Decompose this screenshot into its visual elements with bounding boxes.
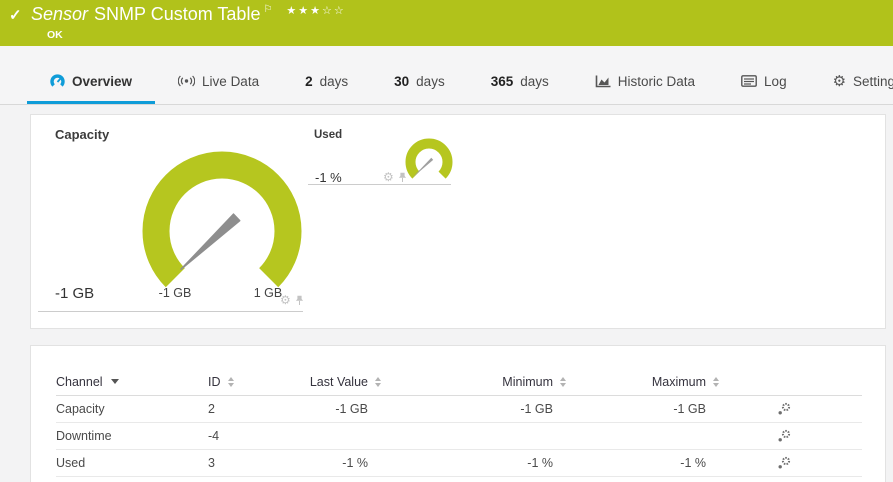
maximum-value: -1 GB (673, 402, 706, 416)
column-header-last-value[interactable]: Last Value (303, 375, 381, 389)
gauge-current-value: -1 % (315, 170, 342, 185)
priority-stars[interactable]: ★★★☆☆ (286, 5, 345, 17)
channel-settings-icon[interactable] (777, 429, 791, 443)
channel-id: 3 (208, 456, 215, 470)
pin-icon[interactable] (398, 172, 407, 183)
column-label: Channel (56, 374, 103, 389)
tab-log[interactable]: Log (718, 61, 810, 104)
widget-gear-icon[interactable]: ⚙ (280, 294, 291, 306)
table-row-used[interactable]: Used 3 -1 % -1 % -1 % (56, 450, 862, 477)
tab-label: days (416, 73, 445, 89)
tab-settings[interactable]: ⚙ Settings (810, 61, 893, 104)
title-prefix: Sensor (31, 4, 89, 24)
tab-number: 30 (394, 73, 410, 89)
gauge-title-used: Used (314, 129, 343, 141)
widget-divider (308, 184, 451, 185)
minimum-value: -1 % (527, 456, 553, 470)
last-value: -1 GB (335, 402, 368, 416)
tab-label: Historic Data (617, 73, 696, 89)
sort-icon (227, 376, 234, 387)
column-header-channel[interactable]: Channel (56, 375, 208, 389)
gauge-icon (50, 73, 65, 87)
column-header-minimum[interactable]: Minimum (381, 375, 566, 389)
sensor-name: SNMP Custom Table (94, 4, 261, 24)
minimum-value: -1 GB (520, 402, 553, 416)
flag-icon[interactable]: ⚐ (263, 4, 272, 15)
tab-number: 365 (490, 73, 514, 89)
table-row-capacity[interactable]: Capacity 2 -1 GB -1 GB -1 GB (56, 396, 862, 423)
widget-divider (38, 311, 303, 312)
live-data-icon (178, 75, 196, 87)
column-label: Maximum (651, 374, 706, 389)
tab-30-days[interactable]: 30 days (371, 61, 468, 104)
sort-descending-icon (110, 379, 119, 384)
column-header-id[interactable]: ID (208, 375, 303, 389)
capacity-gauge-chart (142, 151, 302, 288)
widget-actions: ⚙ (280, 294, 304, 306)
channel-name: Downtime (56, 429, 112, 443)
historic-chart-icon (595, 75, 611, 87)
channel-name: Capacity (56, 402, 105, 416)
gauge-needle (180, 213, 241, 270)
sort-icon (713, 376, 719, 387)
gauge-scale-min: -1 GB (158, 286, 192, 300)
tab-label: Log (764, 73, 787, 89)
status-badge: OK (47, 29, 63, 41)
channel-table: Channel ID Last Value Minimum Maximum Ca… (56, 368, 862, 477)
channel-name: Used (56, 456, 86, 470)
widget-actions: ⚙ (383, 171, 407, 183)
status-check-icon: ✓ (9, 7, 22, 24)
tab-label: days (319, 73, 349, 89)
tab-historic-data[interactable]: Historic Data (572, 61, 718, 104)
tab-overview[interactable]: Overview (27, 61, 156, 104)
channel-settings-icon[interactable] (777, 456, 791, 470)
tab-label: days (520, 73, 549, 89)
channel-id: -4 (208, 429, 220, 443)
tab-365-days[interactable]: 365 days (468, 61, 572, 104)
column-label: ID (208, 374, 221, 389)
settings-gear-icon: ⚙ (832, 72, 847, 90)
table-row-downtime[interactable]: Downtime -4 (56, 423, 862, 450)
overview-panel: Capacity -1 GB 1 GB -1 GB ⚙ Used -1 % ⚙ (30, 114, 886, 329)
log-icon (741, 75, 757, 87)
channel-table-panel: Channel ID Last Value Minimum Maximum Ca… (30, 345, 886, 482)
gauge-current-value: -1 GB (55, 285, 95, 302)
tab-2-days[interactable]: 2 days (282, 61, 371, 104)
last-value: -1 % (342, 456, 368, 470)
column-header-maximum[interactable]: Maximum (566, 375, 719, 389)
tab-label: Settings (853, 73, 893, 89)
tab-label: Overview (72, 73, 133, 89)
column-label: Last Value (309, 374, 368, 389)
column-label: Minimum (502, 374, 553, 389)
maximum-value: -1 % (680, 456, 706, 470)
tab-number: 2 (305, 73, 313, 89)
channel-id: 2 (208, 402, 215, 416)
widget-gear-icon[interactable]: ⚙ (383, 171, 394, 183)
pin-icon[interactable] (295, 295, 304, 306)
page-title: Sensor SNMP Custom Table ⚐ ★★★☆☆ (31, 4, 346, 25)
tab-label: Live Data (202, 73, 260, 89)
table-header-row: Channel ID Last Value Minimum Maximum (56, 368, 862, 396)
tab-live-data[interactable]: Live Data (155, 61, 282, 104)
channel-settings-icon[interactable] (777, 402, 791, 416)
gauge-title-capacity: Capacity (55, 127, 110, 142)
tab-bar: Overview Live Data 2 days 30 days 365 da… (0, 46, 893, 105)
sensor-status-header: ✓ Sensor SNMP Custom Table ⚐ ★★★☆☆ OK (0, 0, 893, 46)
